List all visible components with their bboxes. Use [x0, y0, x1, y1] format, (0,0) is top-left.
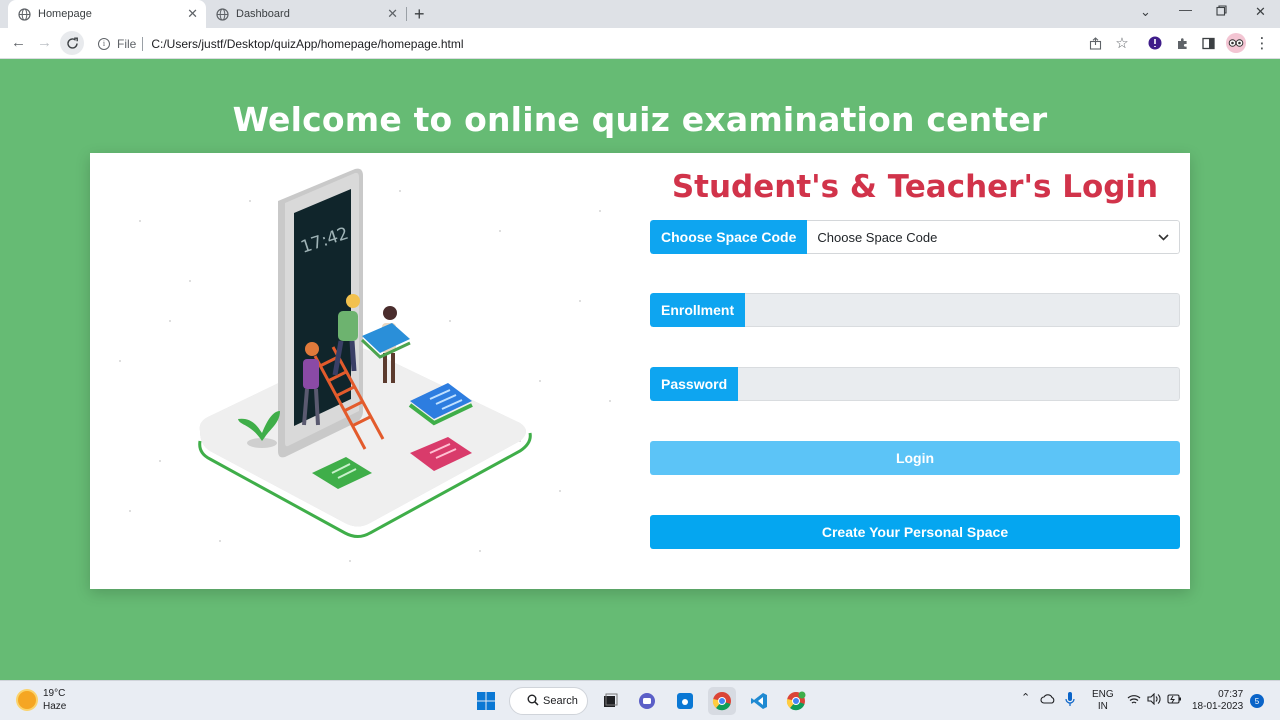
address-divider — [142, 36, 144, 51]
space-code-selected: Choose Space Code — [817, 229, 938, 245]
app-store-icon[interactable] — [671, 687, 699, 715]
info-icon[interactable]: i — [98, 37, 110, 50]
weather-desc: Haze — [43, 701, 67, 712]
browser-toolbar: ← → i File C:/Users/justf/Desktop/quizAp… — [0, 28, 1280, 59]
weather-temp: 19°C — [43, 688, 66, 699]
chat-icon[interactable] — [633, 687, 661, 715]
login-button[interactable]: Login — [650, 441, 1180, 475]
weather-sun-icon — [18, 691, 36, 709]
battery-icon[interactable] — [1167, 694, 1182, 708]
new-tab-icon[interactable]: + — [414, 4, 425, 24]
taskbar: 19°C Haze Search ⌃ ENG IN 07:37 18-01-20… — [0, 680, 1280, 720]
minimize-icon[interactable]: — — [1179, 2, 1192, 17]
search-icon — [527, 694, 539, 709]
side-panel-icon[interactable] — [1200, 35, 1216, 51]
language-code: ENG — [1092, 689, 1114, 700]
page-title: Welcome to online quiz examination cente… — [232, 100, 1048, 139]
globe-icon — [216, 7, 229, 21]
back-icon[interactable]: ← — [11, 34, 26, 52]
onedrive-icon[interactable] — [1040, 693, 1056, 708]
share-icon[interactable] — [1087, 35, 1103, 51]
address-bar[interactable]: i File C:/Users/justf/Desktop/quizApp/ho… — [90, 31, 1140, 56]
chrome-icon[interactable] — [708, 687, 736, 715]
volume-icon[interactable] — [1147, 692, 1161, 709]
login-card: 17:42 Student's & Teacher's Login Choose… — [90, 153, 1190, 589]
password-group: Password — [650, 367, 1180, 401]
address-scheme: File — [117, 36, 137, 51]
enrollment-label: Enrollment — [650, 293, 746, 327]
space-code-select[interactable]: Choose Space Code — [807, 220, 1180, 254]
search-label: Search — [543, 695, 578, 707]
extension-shield-icon[interactable] — [1147, 35, 1163, 51]
language-region: IN — [1097, 701, 1108, 712]
close-tab-icon[interactable]: ✕ — [387, 6, 398, 22]
password-label: Password — [650, 367, 739, 401]
menu-kebab-icon[interactable]: ⋮ — [1254, 35, 1270, 52]
tab-strip: Homepage ✕ Dashboard ✕ + ⌄ — ✕ — [0, 0, 1280, 28]
forward-icon[interactable]: → — [37, 34, 52, 52]
address-url: C:/Users/justf/Desktop/quizApp/homepage/… — [151, 36, 464, 51]
wifi-icon[interactable] — [1127, 694, 1141, 709]
tab-search-chevron-icon[interactable]: ⌄ — [1140, 4, 1151, 20]
profile-avatar[interactable] — [1226, 33, 1246, 53]
taskbar-search[interactable]: Search — [509, 687, 588, 715]
extensions-puzzle-icon[interactable] — [1174, 35, 1190, 51]
tab-divider — [406, 7, 407, 21]
task-view-icon[interactable] — [596, 687, 624, 715]
start-button[interactable] — [472, 687, 500, 715]
restore-icon[interactable] — [1216, 4, 1227, 19]
clock-date: 18-01-2023 — [1192, 701, 1244, 712]
globe-icon — [18, 7, 31, 21]
tab-homepage[interactable]: Homepage ✕ — [8, 0, 206, 28]
chevron-down-icon — [1158, 230, 1169, 244]
microphone-icon[interactable] — [1065, 691, 1075, 711]
clock-time: 07:37 — [1218, 689, 1244, 700]
enrollment-input[interactable] — [745, 293, 1180, 327]
language-indicator[interactable]: ENG IN — [1092, 689, 1114, 713]
close-window-icon[interactable]: ✕ — [1255, 4, 1266, 20]
space-code-group: Choose Space Code Choose Space Code — [650, 220, 1180, 254]
clock[interactable]: 07:37 18-01-2023 — [1192, 689, 1243, 713]
chrome-profile-icon[interactable] — [782, 687, 810, 715]
password-input[interactable] — [738, 367, 1180, 401]
login-title: Student's & Teacher's Login — [671, 169, 1159, 205]
tray-chevron-icon[interactable]: ⌃ — [1021, 692, 1030, 704]
vscode-icon[interactable] — [745, 687, 773, 715]
tab-title: Dashboard — [236, 8, 290, 20]
tab-dashboard[interactable]: Dashboard ✕ — [206, 0, 406, 28]
tab-title: Homepage — [38, 8, 92, 20]
weather-widget[interactable]: 19°C Haze — [18, 687, 66, 713]
reload-icon[interactable] — [60, 31, 84, 55]
close-tab-icon[interactable]: ✕ — [187, 6, 198, 22]
create-space-button[interactable]: Create Your Personal Space — [650, 515, 1180, 549]
space-code-label: Choose Space Code — [650, 220, 808, 254]
enrollment-group: Enrollment — [650, 293, 1180, 327]
quiz-illustration: 17:42 — [119, 168, 611, 562]
notification-badge[interactable]: 5 — [1250, 694, 1264, 708]
windows-logo-icon — [472, 687, 500, 715]
bookmark-star-icon[interactable]: ☆ — [1114, 35, 1130, 52]
